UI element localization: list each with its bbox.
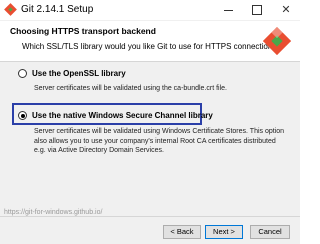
footer-link[interactable]: https://git-for-windows.github.io/ xyxy=(4,209,106,216)
maximize-button[interactable] xyxy=(243,0,271,20)
cancel-button[interactable]: Cancel xyxy=(250,225,290,239)
wizard-header: Choosing HTTPS transport backend Which S… xyxy=(0,21,300,62)
option-openssl-description: Server certificates will be validated us… xyxy=(34,85,227,92)
git-app-icon xyxy=(4,3,17,16)
back-button[interactable]: < Back xyxy=(163,225,201,239)
close-button[interactable]: ✕ xyxy=(272,0,300,20)
option-secure-channel[interactable]: Use the native Windows Secure Channel li… xyxy=(18,111,213,120)
page-subtitle: Which SSL/TLS library would you like Git… xyxy=(22,42,281,51)
maximize-icon xyxy=(252,5,262,16)
close-icon: ✕ xyxy=(281,4,291,16)
option-openssl-label: Use the OpenSSL library xyxy=(32,69,126,78)
radio-secure-channel[interactable] xyxy=(18,111,27,120)
git-logo-icon xyxy=(263,27,291,55)
footer-divider xyxy=(0,216,300,217)
radio-openssl[interactable] xyxy=(18,69,27,78)
minimize-button[interactable] xyxy=(214,0,242,20)
option-secure-channel-label: Use the native Windows Secure Channel li… xyxy=(32,111,213,120)
option-openssl[interactable]: Use the OpenSSL library xyxy=(18,69,126,78)
page-title: Choosing HTTPS transport backend xyxy=(10,26,156,36)
next-button[interactable]: Next > xyxy=(205,225,243,239)
window-title: Git 2.14.1 Setup xyxy=(21,4,94,15)
title-bar: Git 2.14.1 Setup ✕ xyxy=(0,0,300,21)
option-secure-channel-description: Server certificates will be validated us… xyxy=(34,128,285,154)
minimize-icon xyxy=(223,9,233,11)
